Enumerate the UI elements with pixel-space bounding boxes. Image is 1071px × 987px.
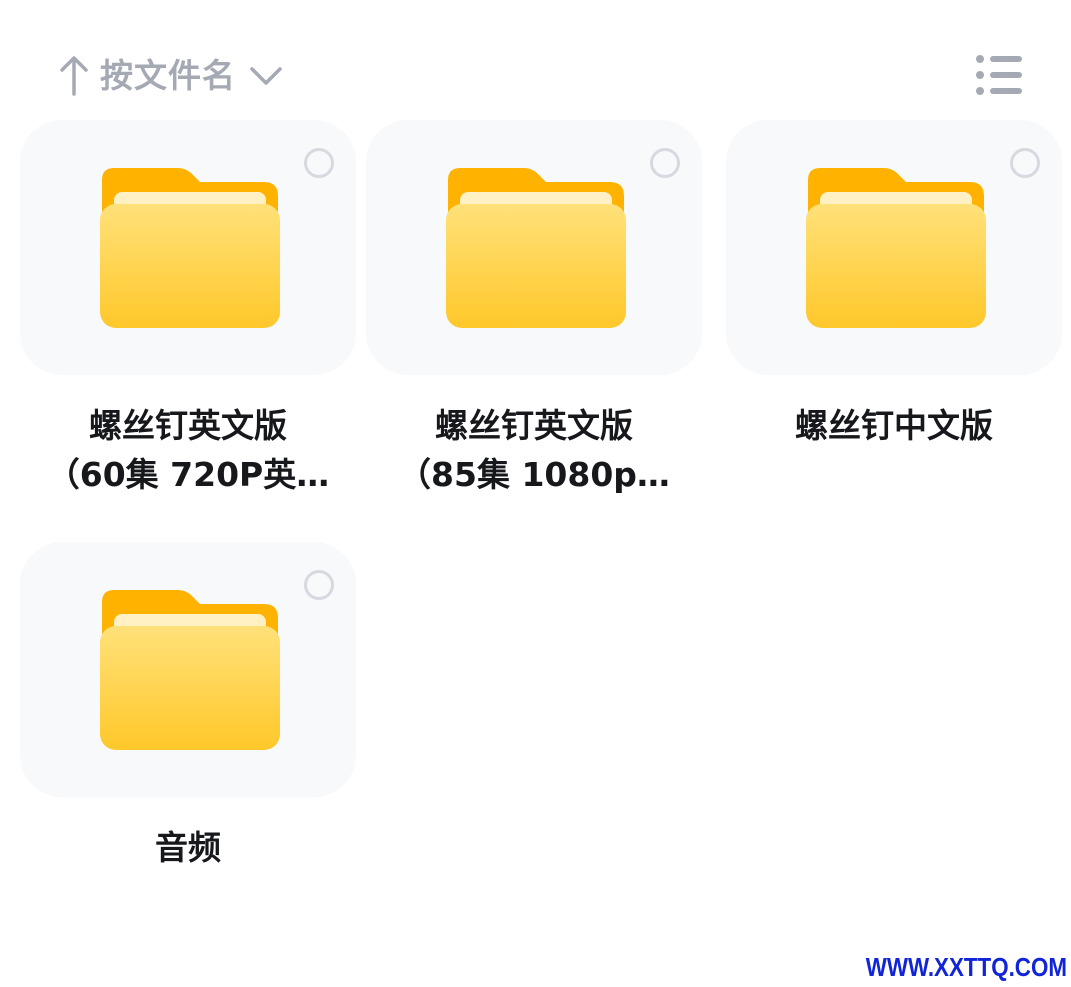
folder-name: 螺丝钉中文版 (795, 406, 993, 445)
folder-icon (806, 168, 986, 328)
select-checkbox[interactable] (1010, 148, 1040, 178)
folder-tile (366, 120, 702, 375)
folder-name: 螺丝钉英文版 （85集 1080p… (398, 406, 670, 494)
watermark: WWW.XXTTQ.COM (865, 952, 1067, 982)
folder-grid: 螺丝钉英文版 （60集 720P英… 螺丝钉英文版 （85集 1080p… 螺丝… (0, 0, 1071, 987)
select-checkbox[interactable] (304, 148, 334, 178)
folder-name: 音频 (155, 828, 221, 867)
folder-tile (20, 542, 356, 797)
folder-tile (726, 120, 1062, 375)
folder-icon (446, 168, 626, 328)
folder-icon (100, 590, 280, 750)
folder-icon (100, 168, 280, 328)
select-checkbox[interactable] (650, 148, 680, 178)
folder-item[interactable]: 螺丝钉中文版 (726, 120, 1062, 450)
select-checkbox[interactable] (304, 570, 334, 600)
folder-tile (20, 120, 356, 375)
folder-item[interactable]: 螺丝钉英文版 （60集 720P英… (20, 120, 356, 499)
folder-item[interactable]: 音频 (20, 542, 356, 872)
folder-name: 螺丝钉英文版 （60集 720P英… (46, 406, 330, 494)
folder-item[interactable]: 螺丝钉英文版 （85集 1080p… (366, 120, 702, 499)
